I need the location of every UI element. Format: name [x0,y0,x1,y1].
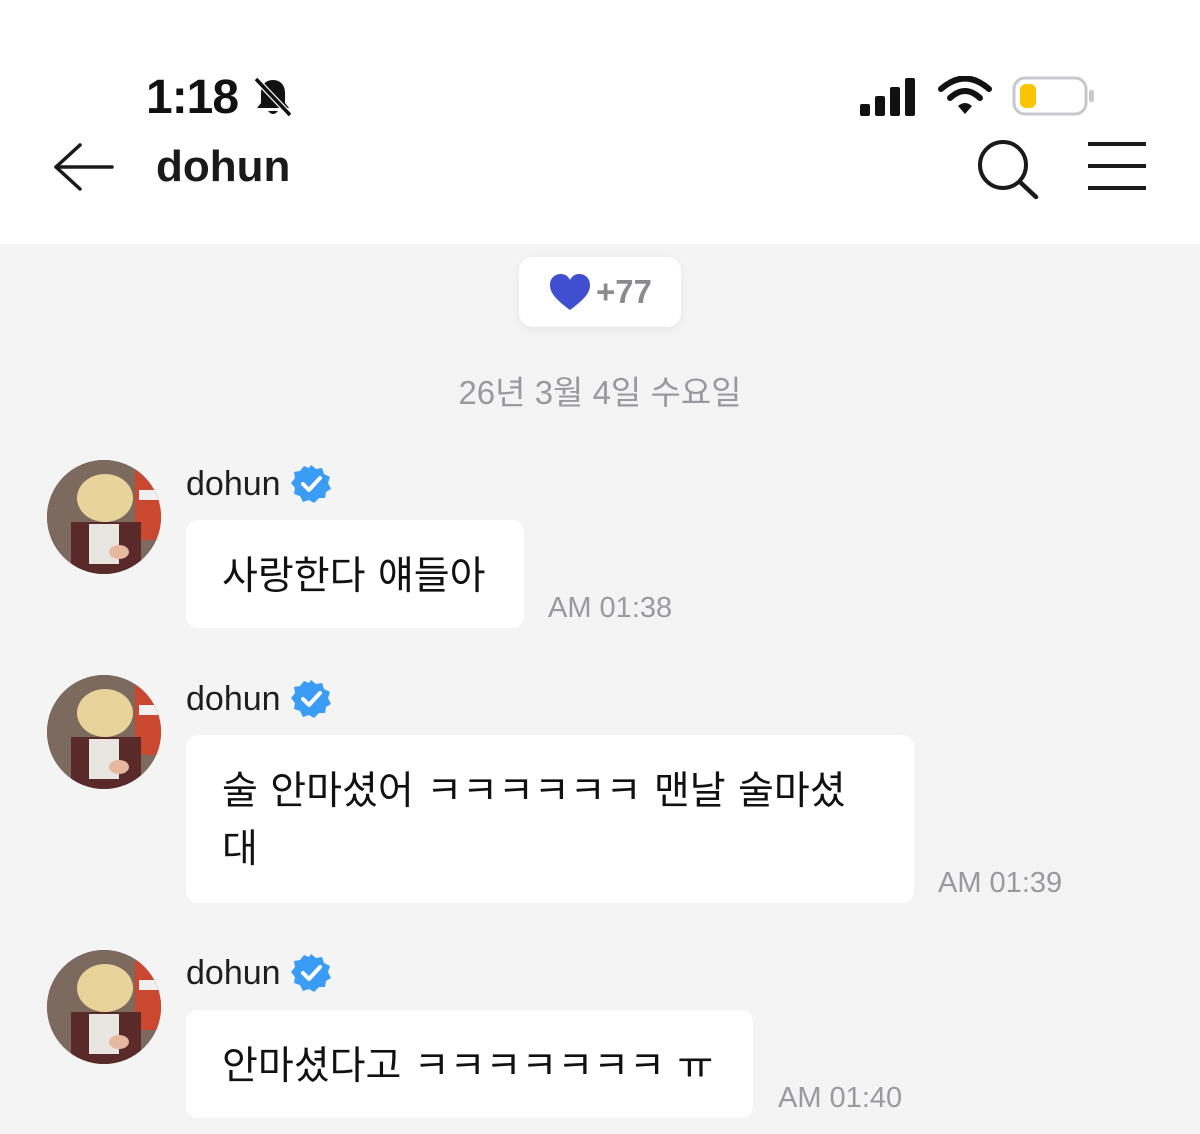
search-icon[interactable] [976,138,1040,200]
bell-off-icon [253,76,293,118]
sender-name: dohun [186,953,331,993]
verified-badge-icon [290,954,331,992]
sender-label: dohun [186,679,281,718]
chat-screen: 1:18 dohun +77 26년 3월 4일 수요일 dohun 사랑한다 … [0,0,1200,1134]
avatar[interactable] [47,460,161,574]
battery-icon [1012,76,1094,116]
chat-title: dohun [156,142,291,191]
avatar[interactable] [47,675,161,789]
message-bubble[interactable]: 안마셨다고 ㅋㅋㅋㅋㅋㅋㅋ ㅠ [186,1010,753,1118]
sender-name: dohun [186,679,331,719]
verified-badge-icon [290,680,331,718]
message-time: AM 01:39 [938,867,1063,899]
sender-name: dohun [186,464,331,504]
message-time: AM 01:40 [778,1082,903,1114]
menu-icon[interactable] [1086,140,1148,192]
status-time: 1:18 [146,71,239,124]
message-text-line-1: 술 안마셨어 ㅋㅋㅋㅋㅋㅋ 맨날 술마셨 [222,769,846,814]
wifi-icon [938,76,992,114]
message-text: 사랑한다 얘들아 [222,554,486,599]
verified-badge-icon [290,465,331,503]
heart-icon [550,274,590,310]
reaction-pill[interactable]: +77 [519,257,681,327]
avatar[interactable] [47,950,161,1064]
back-arrow-icon[interactable] [52,142,114,192]
sender-label: dohun [186,464,281,503]
top-bar: 1:18 dohun [0,0,1200,244]
message-bubble[interactable]: 술 안마셨어 ㅋㅋㅋㅋㅋㅋ 맨날 술마셨 대 [186,735,914,903]
message-bubble[interactable]: 사랑한다 얘들아 [186,520,524,628]
reaction-count: +77 [596,273,652,310]
date-divider: 26년 3월 4일 수요일 [458,374,742,411]
message-text: 안마셨다고 ㅋㅋㅋㅋㅋㅋㅋ ㅠ [222,1044,714,1089]
sender-label: dohun [186,953,281,992]
signal-icon [860,78,915,116]
message-text-line-2: 대 [222,827,258,872]
message-time: AM 01:38 [548,592,673,624]
